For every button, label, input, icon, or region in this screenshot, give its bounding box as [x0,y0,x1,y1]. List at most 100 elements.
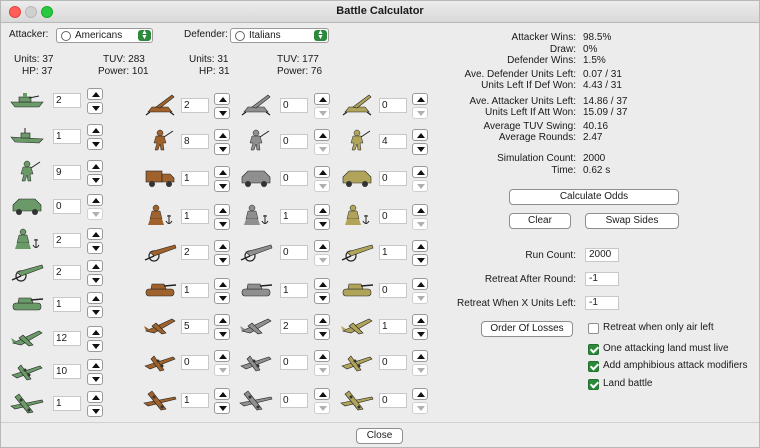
unit-count-stepper[interactable] [314,388,330,414]
unit-count-field[interactable]: 1 [181,209,209,224]
increment-button[interactable] [314,129,330,141]
unit-count-field[interactable]: 0 [379,393,407,408]
unit-count-field[interactable]: 1 [181,283,209,298]
unit-count-field[interactable]: 12 [53,331,81,346]
increment-button[interactable] [214,314,230,326]
option-checkbox-label[interactable]: Land battle [603,378,653,389]
unit-count-field[interactable]: 0 [379,283,407,298]
unit-count-stepper[interactable] [412,204,428,230]
unit-count-stepper[interactable] [412,278,428,304]
decrement-button[interactable] [87,373,103,385]
unit-count-field[interactable]: 0 [53,199,81,214]
increment-button[interactable] [412,388,428,400]
clear-button[interactable]: Clear [509,213,571,229]
unit-count-field[interactable]: 2 [53,93,81,108]
decrement-button[interactable] [214,218,230,230]
unit-count-field[interactable]: 1 [53,396,81,411]
increment-button[interactable] [87,160,103,172]
unit-count-stepper[interactable] [87,160,103,186]
option-checkbox[interactable] [588,323,599,334]
unit-count-field[interactable]: 1 [181,393,209,408]
unit-count-stepper[interactable] [314,314,330,340]
unit-count-stepper[interactable] [87,391,103,417]
unit-count-stepper[interactable] [314,93,330,119]
decrement-button[interactable] [87,405,103,417]
increment-button[interactable] [412,278,428,290]
increment-button[interactable] [214,240,230,252]
unit-count-field[interactable]: 0 [379,209,407,224]
decrement-button[interactable] [87,306,103,318]
unit-count-stepper[interactable] [314,166,330,192]
unit-count-stepper[interactable] [87,88,103,114]
increment-button[interactable] [314,166,330,178]
increment-button[interactable] [214,350,230,362]
unit-count-stepper[interactable] [214,350,230,376]
swap-sides-button[interactable]: Swap Sides [585,213,679,229]
decrement-button[interactable] [314,180,330,192]
unit-count-field[interactable]: 0 [280,245,308,260]
option-checkbox-label[interactable]: One attacking land must live [603,343,729,354]
unit-count-stepper[interactable] [412,314,428,340]
increment-button[interactable] [214,204,230,216]
unit-count-stepper[interactable] [314,204,330,230]
increment-button[interactable] [314,350,330,362]
increment-button[interactable] [412,240,428,252]
decrement-button[interactable] [214,364,230,376]
unit-count-stepper[interactable] [314,350,330,376]
unit-count-field[interactable]: 0 [280,98,308,113]
increment-button[interactable] [314,93,330,105]
increment-button[interactable] [214,278,230,290]
unit-count-field[interactable]: 1 [53,297,81,312]
decrement-button[interactable] [214,254,230,266]
decrement-button[interactable] [214,402,230,414]
unit-count-stepper[interactable] [87,228,103,254]
increment-button[interactable] [214,388,230,400]
unit-count-stepper[interactable] [87,124,103,150]
increment-button[interactable] [314,240,330,252]
increment-button[interactable] [87,326,103,338]
run-count-field[interactable]: 2000 [585,248,619,262]
decrement-button[interactable] [314,328,330,340]
increment-button[interactable] [412,314,428,326]
unit-count-stepper[interactable] [412,388,428,414]
defender-nation-select[interactable]: Italians ▲ ▼ [230,28,329,43]
unit-count-field[interactable]: 9 [53,165,81,180]
increment-button[interactable] [314,314,330,326]
unit-count-field[interactable]: 10 [53,364,81,379]
unit-count-stepper[interactable] [214,278,230,304]
unit-count-stepper[interactable] [87,326,103,352]
increment-button[interactable] [314,388,330,400]
unit-count-stepper[interactable] [87,359,103,385]
option-checkbox-label[interactable]: Retreat when only air left [603,322,714,333]
unit-count-stepper[interactable] [214,240,230,266]
unit-count-field[interactable]: 1 [379,245,407,260]
retreat-after-round-field[interactable]: -1 [585,272,619,286]
decrement-button[interactable] [214,143,230,155]
unit-count-field[interactable]: 1 [379,319,407,334]
unit-count-field[interactable]: 1 [280,283,308,298]
retreat-units-left-field[interactable]: -1 [585,296,619,310]
decrement-button[interactable] [87,242,103,254]
unit-count-stepper[interactable] [214,93,230,119]
unit-count-stepper[interactable] [87,292,103,318]
increment-button[interactable] [87,391,103,403]
decrement-button[interactable] [214,107,230,119]
unit-count-field[interactable]: 0 [280,393,308,408]
unit-count-stepper[interactable] [214,166,230,192]
decrement-button[interactable] [412,218,428,230]
decrement-button[interactable] [412,328,428,340]
decrement-button[interactable] [214,180,230,192]
increment-button[interactable] [214,166,230,178]
decrement-button[interactable] [214,292,230,304]
option-checkbox[interactable] [588,379,599,390]
unit-count-field[interactable]: 0 [280,134,308,149]
decrement-button[interactable] [87,138,103,150]
decrement-button[interactable] [314,107,330,119]
unit-count-stepper[interactable] [412,240,428,266]
increment-button[interactable] [214,129,230,141]
unit-count-field[interactable]: 0 [379,171,407,186]
unit-count-field[interactable]: 2 [280,319,308,334]
unit-count-field[interactable]: 2 [181,245,209,260]
unit-count-stepper[interactable] [214,314,230,340]
increment-button[interactable] [412,204,428,216]
